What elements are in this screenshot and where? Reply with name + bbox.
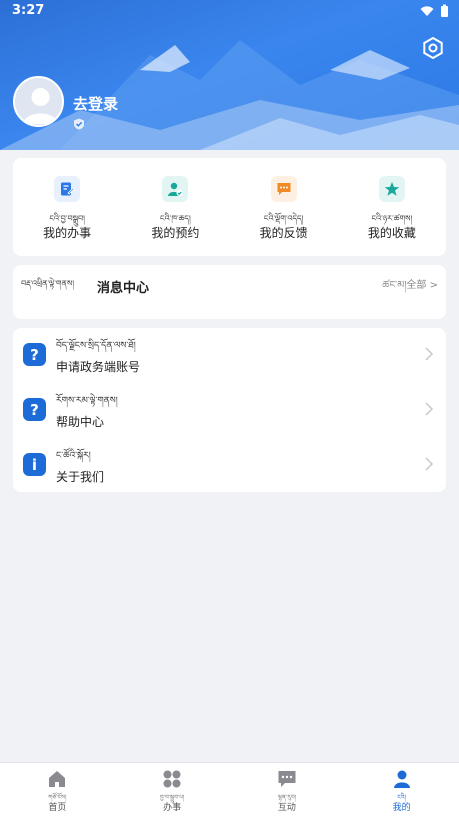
chat-icon [278, 771, 296, 787]
tab-tibetan: བྱ་བ་སྒྲུབ་པ། [159, 794, 185, 801]
quick-action-my-affairs[interactable]: ངའི་བྱ་བསྒྲུབ། 我的办事 [13, 158, 121, 256]
settings-icon[interactable] [421, 36, 445, 60]
edit-icon [54, 176, 81, 202]
status-bar: 3:27 [0, 0, 459, 22]
tab-interact[interactable]: ལྷན་རུབ། 互动 [230, 763, 345, 817]
person-icon [393, 770, 410, 788]
tab-label: 互动 [277, 803, 296, 813]
quick-action-tibetan: ངའི་ཁ་ཆད། [160, 214, 191, 223]
quick-action-tibetan: ངའི་བྱ་བསྒྲུབ། [49, 214, 85, 223]
tab-label: 我的 [392, 803, 411, 813]
profile-header [0, 0, 459, 150]
quick-action-label: 我的收藏 [367, 226, 416, 240]
quick-action-label: 我的预约 [151, 226, 200, 240]
verified-badge-icon [74, 118, 84, 130]
quick-action-tibetan: ངའི་ལྡོག་འདེད། [263, 214, 304, 223]
question-icon: ? [23, 398, 46, 421]
quick-action-my-feedback[interactable]: ངའི་ལྡོག་འདེད། 我的反馈 [230, 158, 338, 256]
avatar[interactable] [13, 76, 64, 127]
star-icon [378, 176, 405, 202]
question-icon: ? [23, 343, 46, 366]
tab-home[interactable]: གཙོ་ངོས། 首页 [0, 763, 115, 817]
menu-item-apply-account[interactable]: ? བོད་ལྗོངས་སྲིད་དོན་ལས་ཐོ། 申请政务端账号 [13, 328, 446, 382]
message-center-title: 消息中心 [97, 281, 150, 296]
wifi-icon [420, 5, 434, 16]
quick-action-tibetan: ངའི་ཉར་ཚགས། [371, 214, 413, 223]
login-link[interactable]: 去登录 [73, 93, 118, 114]
menu-item-help-center[interactable]: ? རོགས་རམ་ལྟེ་གནས། 帮助中心 [13, 383, 446, 437]
menu-item-label: 帮助中心 [56, 415, 105, 429]
menu-card: ? བོད་ལྗོངས་སྲིད་དོན་ལས་ཐོ། 申请政务端账号 ? རོ… [13, 328, 446, 492]
info-icon: i [23, 453, 46, 476]
message-center-card[interactable]: བརྡ་འཕྲིན་ལྟེ་གནས། 消息中心 ཚང་མ།全部 > [13, 265, 446, 319]
home-icon [49, 771, 66, 787]
message-center-tibetan: བརྡ་འཕྲིན་ལྟེ་གནས། [21, 279, 75, 288]
grid-icon [163, 770, 181, 788]
chevron-right-icon [425, 402, 434, 416]
chevron-right-icon [425, 457, 434, 471]
quick-actions-card: ངའི་བྱ་བསྒྲུབ། 我的办事 ངའི་ཁ་ཆད། 我的预约 ངའི་ལ… [13, 158, 446, 256]
tab-tibetan: ངའི། [397, 794, 406, 801]
tab-label: 办事 [163, 803, 182, 813]
tab-mine[interactable]: ངའི། 我的 [344, 763, 459, 817]
battery-icon [441, 4, 448, 17]
menu-item-label: 关于我们 [56, 470, 105, 484]
tab-services[interactable]: བྱ་བ་སྒྲུབ་པ། 办事 [115, 763, 230, 817]
quick-action-my-appointments[interactable]: ངའི་ཁ་ཆད། 我的预约 [121, 158, 229, 256]
chevron-right-icon [425, 347, 434, 361]
chat-icon [270, 176, 297, 202]
tab-tibetan: ལྷན་རུབ། [277, 794, 297, 801]
status-time: 3:27 [12, 3, 45, 18]
mountain-background-image [0, 40, 459, 150]
user-check-icon [162, 176, 189, 202]
bottom-tab-bar: གཙོ་ངོས། 首页 བྱ་བ་སྒྲུབ་པ། 办事 ལྷན་རུབ། 互动… [0, 762, 459, 817]
tab-tibetan: གཙོ་ངོས། [48, 794, 67, 801]
menu-item-about-us[interactable]: i ང་ཚོའི་སྐོར། 关于我们 [13, 438, 446, 492]
tab-label: 首页 [48, 803, 67, 813]
menu-item-label: 申请政务端账号 [56, 360, 141, 374]
quick-action-label: 我的反馈 [259, 226, 308, 240]
view-all-link[interactable]: ཚང་མ།全部 > [382, 274, 438, 302]
quick-action-label: 我的办事 [43, 226, 92, 240]
quick-action-my-favorites[interactable]: ངའི་ཉར་ཚགས། 我的收藏 [338, 158, 446, 256]
